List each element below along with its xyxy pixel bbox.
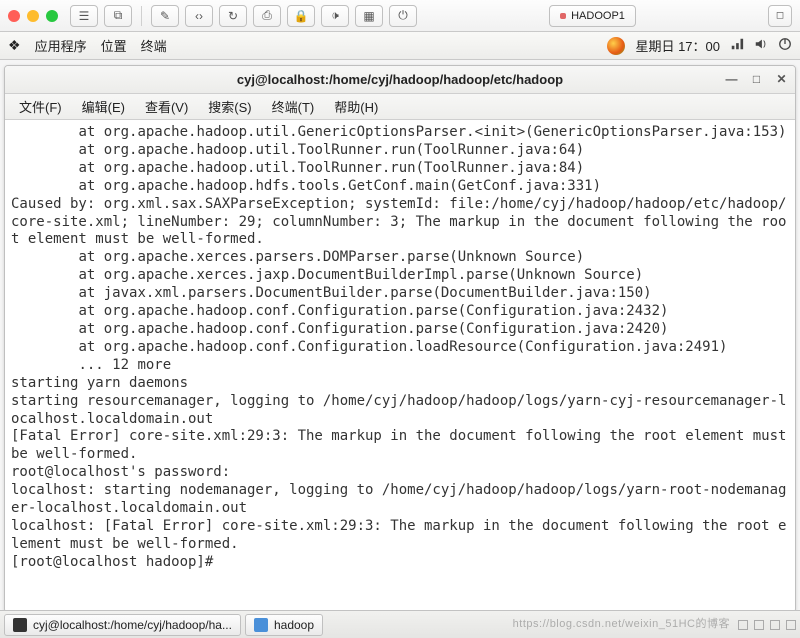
window-title: cyj@localhost:/home/cyj/hadoop/hadoop/et… [237,72,563,87]
workspace-2[interactable] [754,620,764,630]
toolbar-code-icon[interactable]: ‹› [185,5,213,27]
toolbar-reload-icon[interactable]: ↻ [219,5,247,27]
menu-terminal[interactable]: 终端(T) [264,94,323,119]
close-traffic-light[interactable] [8,10,20,22]
taskbar-item-label: cyj@localhost:/home/cyj/hadoop/ha... [33,618,232,632]
taskbar-item-terminal[interactable]: cyj@localhost:/home/cyj/hadoop/ha... [4,614,241,636]
gnome-top-panel: ❖ 应用程序 位置 终端 星期日 17：00 [0,32,800,60]
separator [141,6,142,26]
power-icon[interactable] [778,37,792,54]
terminal-icon [13,618,27,632]
toolbar-lock-icon[interactable]: 🔒 [287,5,315,27]
applications-icon: ❖ [8,37,21,54]
window-titlebar[interactable]: cyj@localhost:/home/cyj/hadoop/hadoop/et… [5,66,795,94]
taskbar-tray [738,620,796,630]
terminal-menubar: 文件(F) 编辑(E) 查看(V) 搜索(S) 终端(T) 帮助(H) [5,94,795,120]
toolbar-grid-icon[interactable]: ▦ [355,5,383,27]
mac-toolbar: ☰ ⧉ ✎ ‹› ↻ ⎙ 🔒 🕩 ▦ ⏻ HADOOP1 ◻ [0,0,800,32]
watermark: https://blog.csdn.net/weixin_51HC的博客 [513,615,730,631]
workspace-1[interactable] [738,620,748,630]
menu-edit[interactable]: 编辑(E) [74,94,133,119]
panel-clock[interactable]: 星期日 17：00 [635,36,720,55]
toolbar-button-2[interactable]: ⧉ [104,5,132,27]
network-icon[interactable] [730,37,744,54]
menu-help[interactable]: 帮助(H) [326,94,386,119]
vm-tab[interactable]: HADOOP1 [549,5,636,27]
folder-icon [254,618,268,632]
menu-view[interactable]: 查看(V) [137,94,196,119]
terminal-window: cyj@localhost:/home/cyj/hadoop/hadoop/et… [4,65,796,613]
applications-menu[interactable]: 应用程序 [35,36,87,55]
zoom-traffic-light[interactable] [46,10,58,22]
minimize-traffic-light[interactable] [27,10,39,22]
workspace-3[interactable] [770,620,780,630]
volume-icon[interactable] [754,37,768,54]
minimize-button[interactable]: — [724,71,739,86]
places-menu[interactable]: 位置 [101,36,127,55]
toolbar-print-icon[interactable]: ⎙ [253,5,281,27]
vm-tab-label: HADOOP1 [571,10,625,22]
taskbar-item-label: hadoop [274,618,314,632]
firefox-icon[interactable] [607,37,625,55]
workspace-4[interactable] [786,620,796,630]
traffic-lights [8,10,58,22]
toolbar-sound-icon[interactable]: 🕩 [321,5,349,27]
terminal-menu[interactable]: 终端 [141,36,167,55]
toolbar-expand-icon[interactable]: ◻ [768,5,792,27]
vm-tab-icon [560,13,566,19]
taskbar-item-files[interactable]: hadoop [245,614,323,636]
menu-file[interactable]: 文件(F) [11,94,70,119]
toolbar-wrench-icon[interactable]: ✎ [151,5,179,27]
maximize-button[interactable]: □ [749,71,764,86]
toolbar-power-icon[interactable]: ⏻ [389,5,417,27]
close-button[interactable]: ✕ [774,71,789,86]
menu-search[interactable]: 搜索(S) [200,94,259,119]
terminal-output[interactable]: at org.apache.hadoop.util.GenericOptions… [5,120,795,612]
toolbar-button-1[interactable]: ☰ [70,5,98,27]
